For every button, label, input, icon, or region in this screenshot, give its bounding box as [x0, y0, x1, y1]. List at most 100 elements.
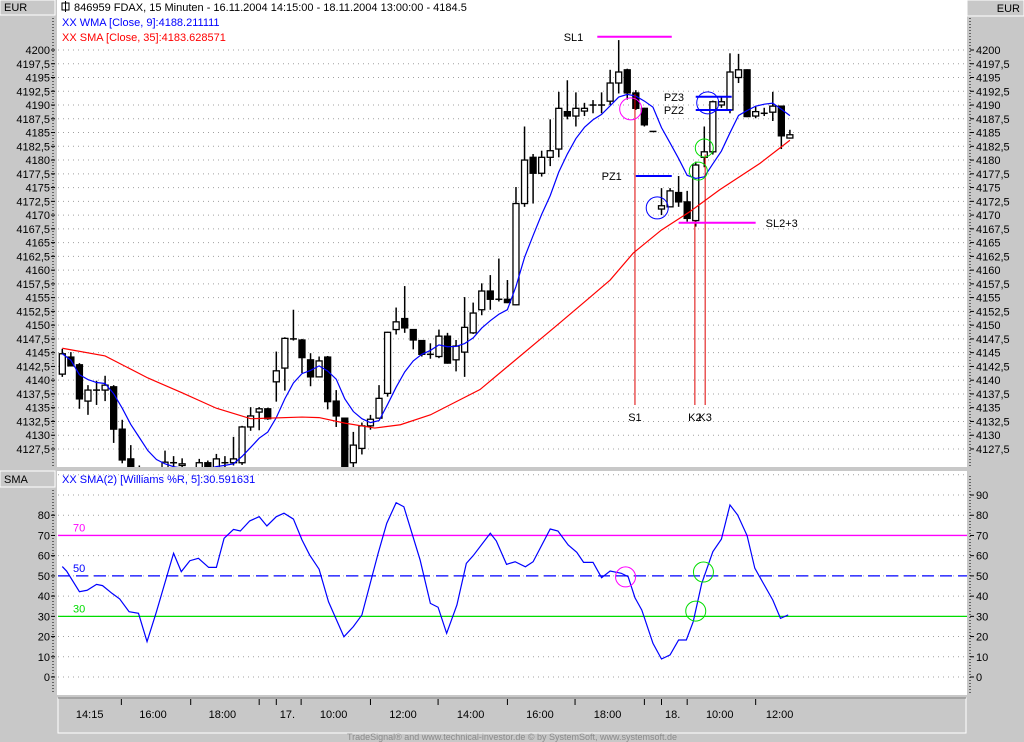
indicator-label-right: 90 — [976, 490, 988, 502]
candle-body-up — [478, 290, 486, 311]
price-label-left: 4137,5 — [16, 389, 50, 401]
candle-body-up — [734, 69, 743, 79]
price-label-left: 4182,5 — [16, 141, 50, 153]
indicator-label-left: 40 — [38, 591, 50, 603]
price-label-right: 4140 — [976, 375, 1000, 387]
price-label-left: 4165 — [26, 238, 50, 250]
price-label-right: 4147,5 — [976, 334, 1010, 346]
time-label: 17. — [280, 709, 295, 721]
signal-label-S1: S1 — [628, 412, 641, 424]
candle-body-up — [255, 408, 263, 413]
level-marker-label-SL1: SL1 — [564, 32, 584, 44]
main-plot-area[interactable] — [57, 0, 967, 467]
price-label-right: 4142,5 — [976, 361, 1010, 373]
time-label: 16:00 — [139, 709, 167, 721]
price-label-right: 4200 — [976, 45, 1000, 57]
legend-indicator[interactable]: XX SMA(2) [Williams %R, 5]:30.591631 — [62, 474, 255, 486]
candle-body-up — [692, 164, 700, 222]
time-label: 10:00 — [320, 709, 348, 721]
candle-body-up — [281, 337, 289, 369]
candle-body-down — [640, 107, 649, 126]
candle — [238, 425, 246, 465]
price-label-right: 4162,5 — [976, 251, 1010, 263]
candle-body-up — [58, 353, 66, 375]
indicator-unit-label: SMA — [4, 474, 29, 486]
indicator-label-left: 30 — [38, 611, 50, 623]
level-marker-label-PZ2: PZ2 — [664, 105, 684, 117]
price-label-right: 4132,5 — [976, 416, 1010, 428]
indicator-label-left: 20 — [38, 632, 50, 644]
candle-body-up — [469, 312, 477, 334]
candle-body-down — [75, 364, 84, 400]
candle-body-down — [683, 201, 691, 220]
price-label-left: 4162,5 — [16, 251, 50, 263]
price-label-right: 4137,5 — [976, 389, 1010, 401]
time-label: 14:15 — [76, 709, 104, 721]
chart-title: 846959 FDAX, 15 Minuten - 16.11.2004 14:… — [61, 1, 467, 14]
price-label-right: 4192,5 — [976, 86, 1010, 98]
price-label-left: 4160 — [26, 265, 50, 277]
price-label-left: 4200 — [26, 45, 50, 57]
price-label-left: 4180 — [26, 155, 50, 167]
legend-sma[interactable]: XX SMA [Close, 35]:4183.628571 — [62, 32, 226, 44]
signal-label-K3: K3 — [698, 412, 711, 424]
candle-body-down — [298, 339, 306, 359]
candle-body-down — [306, 359, 315, 378]
price-label-left: 4197,5 — [16, 59, 50, 71]
price-label-right: 4127,5 — [976, 444, 1010, 456]
candle-body-up — [615, 71, 623, 84]
price-label-right: 4155 — [976, 293, 1000, 305]
price-label-left: 4187,5 — [16, 114, 50, 126]
candle — [640, 107, 649, 127]
price-label-left: 4195 — [26, 73, 50, 85]
price-label-left: 4155 — [26, 293, 50, 305]
indicator-label-left: 0 — [44, 672, 50, 684]
candle-body-up — [238, 426, 246, 464]
candle — [324, 355, 332, 410]
indicator-label-left: 80 — [38, 510, 50, 522]
indicator-label-left: 50 — [38, 571, 50, 583]
candle-body-down — [341, 417, 349, 467]
price-label-left: 4135 — [26, 403, 50, 415]
candle — [692, 161, 700, 227]
level-marker-label-PZ1: PZ1 — [602, 171, 622, 183]
price-label-right: 4195 — [976, 73, 1000, 85]
indicator-label-left: 10 — [38, 652, 50, 664]
price-label-left: 4150 — [26, 320, 50, 332]
candle-body-up — [520, 159, 529, 205]
price-label-left: 4152,5 — [16, 306, 50, 318]
indicator-label-right: 10 — [976, 652, 988, 664]
indicator-label-right: 80 — [976, 510, 988, 522]
indicator-label-right: 30 — [976, 611, 988, 623]
price-label-right: 4160 — [976, 265, 1000, 277]
chart-title-text: 846959 FDAX, 15 Minuten - 16.11.2004 14:… — [74, 2, 467, 14]
candle-body-down — [503, 298, 512, 304]
candle-body-down — [264, 408, 272, 420]
legend-wma[interactable]: XX WMA [Close, 9]:4188.211111 — [62, 17, 220, 29]
price-label-left: 4147,5 — [16, 334, 50, 346]
candle-body-up — [315, 360, 323, 378]
price-label-right: 4177,5 — [976, 169, 1010, 181]
price-label-left: 4172,5 — [16, 196, 50, 208]
price-label-right: 4190 — [976, 100, 1000, 112]
price-label-right: 4175 — [976, 183, 1000, 195]
candle-body-down — [563, 110, 571, 117]
candle-body-down — [486, 290, 494, 300]
price-label-right: 4180 — [976, 155, 1000, 167]
level-marker-label-PZ3: PZ3 — [664, 92, 684, 104]
price-label-right: 4182,5 — [976, 141, 1010, 153]
candle-body-up — [178, 463, 186, 467]
price-label-right: 4167,5 — [976, 224, 1010, 236]
candle-body-down — [401, 317, 409, 329]
candle-body-up — [786, 134, 794, 139]
price-label-right: 4152,5 — [976, 306, 1010, 318]
price-label-left: 4177,5 — [16, 169, 50, 181]
indicator-plot-area[interactable] — [57, 471, 967, 695]
candle-body-up — [512, 202, 520, 306]
price-label-left: 4167,5 — [16, 224, 50, 236]
candle-body-up — [752, 110, 760, 117]
candle-body-down — [623, 69, 631, 94]
right-unit-label: EUR — [997, 3, 1020, 15]
candle-body-up — [717, 101, 726, 106]
time-axis-box — [57, 697, 967, 734]
